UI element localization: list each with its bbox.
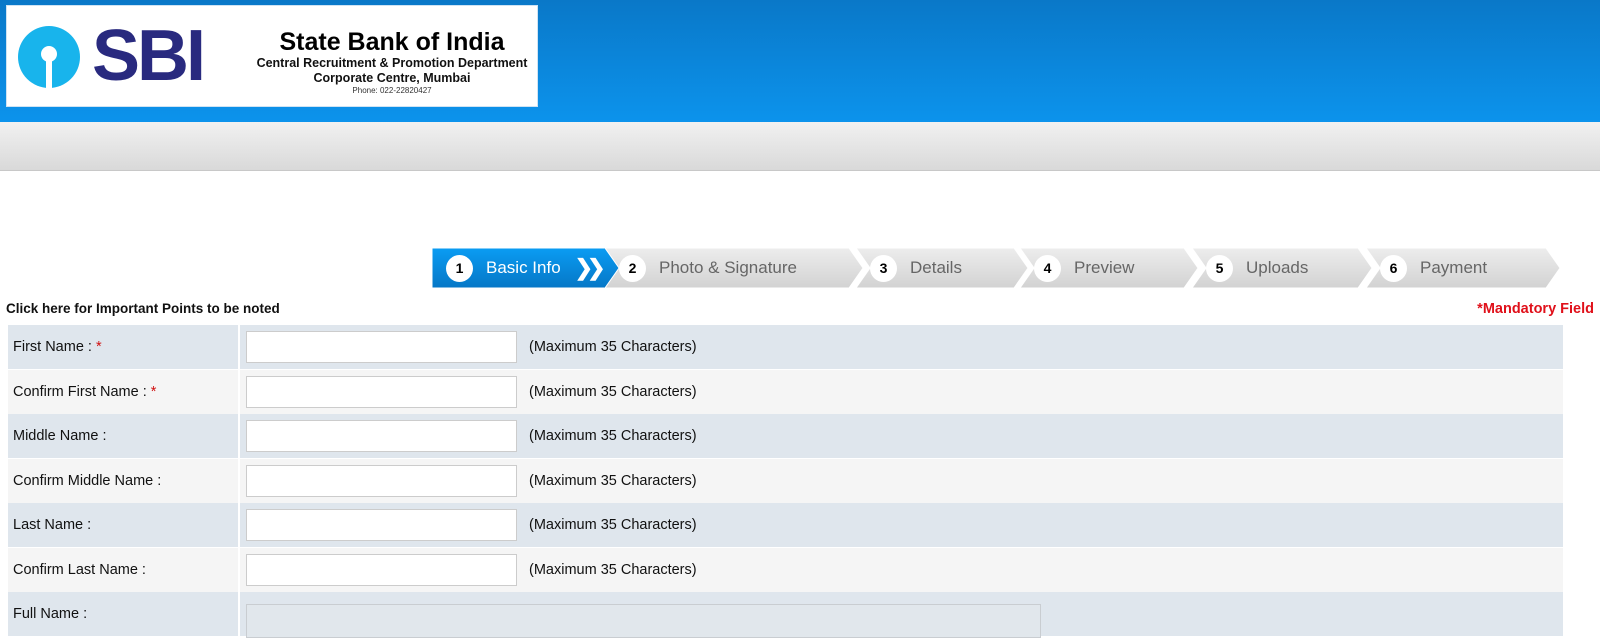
max-length-hint: (Maximum 35 Characters) <box>529 383 697 400</box>
field-label: Confirm First Name : * <box>8 369 240 414</box>
field-label-text: Confirm Middle Name : <box>13 472 162 489</box>
step-number: 6 <box>1380 254 1407 282</box>
field-label: Middle Name : <box>8 414 240 458</box>
form-row: Confirm Last Name : (Maximum 35 Characte… <box>8 547 1563 592</box>
name-input[interactable] <box>246 509 517 541</box>
step-label: Basic Info <box>486 258 561 277</box>
required-mark: * <box>150 383 157 400</box>
form-row: Confirm First Name : * (Maximum 35 Charac… <box>8 369 1563 414</box>
step-label: Details <box>910 258 962 277</box>
form-row: Last Name : (Maximum 35 Characters) <box>8 503 1563 547</box>
step-5[interactable]: 5 Uploads <box>1192 248 1372 288</box>
double-chevron-icon: ❯❯ <box>574 255 606 280</box>
field-label: Confirm Last Name : <box>8 547 240 592</box>
step-1[interactable]: 1 Basic Info ❯❯ <box>432 248 620 288</box>
required-mark: * <box>95 339 102 355</box>
field-label-text: Confirm Last Name : <box>13 561 146 578</box>
step-number: 5 <box>1206 254 1233 282</box>
field-label-text: Middle Name : <box>13 428 107 444</box>
phone: Phone: 022-22820427 <box>352 86 432 95</box>
bank-title-block: State Bank of India Central Recruitment … <box>247 28 537 96</box>
field-label: Confirm Middle Name : <box>8 458 240 503</box>
important-points-link[interactable]: Click here for Important Points to be no… <box>6 301 280 316</box>
max-length-hint: (Maximum 35 Characters) <box>529 561 697 578</box>
step-number: 4 <box>1034 254 1061 282</box>
name-input[interactable] <box>246 464 517 497</box>
step-2[interactable]: 2 Photo & Signature <box>605 248 863 288</box>
step-number: 3 <box>870 254 897 282</box>
step-label: Payment <box>1420 258 1488 277</box>
field-label: First Name : * <box>8 325 240 369</box>
field-label: Last Name : <box>8 503 240 547</box>
form-row: First Name : * (Maximum 35 Characters) <box>8 325 1563 369</box>
name-input[interactable] <box>246 553 517 586</box>
sbi-keyhole-logo-icon <box>18 26 80 88</box>
site-header: SBI State Bank of India Central Recruitm… <box>0 0 1600 122</box>
max-length-hint: (Maximum 35 Characters) <box>529 428 697 444</box>
step-label: Uploads <box>1246 258 1309 277</box>
step-3[interactable]: 3 Details <box>856 248 1028 288</box>
field-label: Full Name : <box>8 592 240 636</box>
name-input[interactable] <box>246 331 517 363</box>
step-number: 1 <box>446 254 473 282</box>
step-6[interactable]: 6 Payment <box>1366 248 1560 288</box>
department: Central Recruitment & Promotion Departme… <box>256 56 528 70</box>
field-label-text: Full Name : <box>13 606 88 622</box>
step-label: Preview <box>1074 258 1135 277</box>
bank-name: State Bank of India <box>279 28 505 56</box>
name-input[interactable] <box>246 420 517 452</box>
office: Corporate Centre, Mumbai <box>313 71 471 85</box>
field-label-text: Last Name : <box>13 517 92 533</box>
sbi-logo-banner: SBI State Bank of India Central Recruitm… <box>6 5 538 107</box>
step-label: Photo & Signature <box>659 258 797 277</box>
form-row: Middle Name : (Maximum 35 Characters) <box>8 414 1563 458</box>
form-row: Confirm Middle Name : (Maximum 35 Charac… <box>8 458 1563 503</box>
logo-text: SBI <box>92 16 206 96</box>
max-length-hint: (Maximum 35 Characters) <box>529 517 697 533</box>
max-length-hint: (Maximum 35 Characters) <box>529 339 697 355</box>
field-label-text: Confirm First Name : <box>13 383 147 400</box>
form-row: Full Name : <box>8 592 1563 638</box>
step-4[interactable]: 4 Preview <box>1020 248 1198 288</box>
name-input[interactable] <box>246 375 517 408</box>
mandatory-field-note: *Mandatory Field <box>1477 301 1594 317</box>
field-label-text: First Name : <box>13 339 92 355</box>
full-name-field <box>246 604 1041 638</box>
step-number: 2 <box>619 254 646 282</box>
max-length-hint: (Maximum 35 Characters) <box>529 472 697 489</box>
nav-bar <box>0 122 1600 171</box>
